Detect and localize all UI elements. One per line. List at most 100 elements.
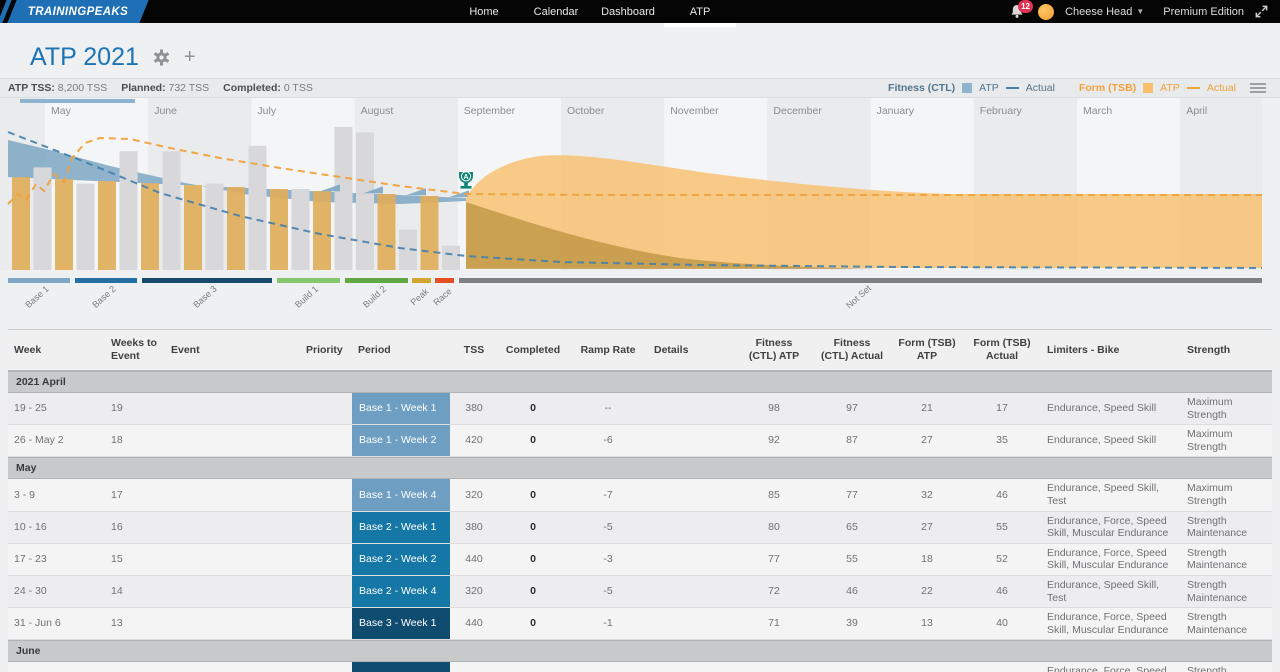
- trainingpeaks-logo[interactable]: TRAININGPEAKS: [0, 0, 150, 23]
- column-header-limiters[interactable]: Limiters - Bike: [1041, 341, 1181, 360]
- table-row[interactable]: 17 - 2315Base 2 - Week 24400-377551852En…: [8, 544, 1272, 576]
- weekly-tss-bar[interactable]: [77, 184, 95, 270]
- legend-fitness-atp-swatch[interactable]: [962, 83, 972, 93]
- cell-tsb_atp: 27: [891, 518, 963, 537]
- month-label: March: [1083, 105, 1112, 117]
- nav-item-dashboard[interactable]: Dashboard: [592, 0, 664, 23]
- weekly-tss-bar[interactable]: [356, 132, 374, 270]
- month-label: December: [773, 105, 822, 117]
- legend-form-title: Form (TSB): [1079, 82, 1136, 94]
- period-bar[interactable]: [412, 278, 431, 283]
- period-bar[interactable]: [142, 278, 272, 283]
- legend-form-actual-swatch[interactable]: [1187, 87, 1200, 89]
- notification-count-badge[interactable]: 12: [1018, 0, 1033, 13]
- period-badge[interactable]: Base 2 - Week 1: [352, 512, 450, 543]
- chart-menu-button[interactable]: [1250, 83, 1266, 93]
- user-menu[interactable]: Cheese Head ▼: [1065, 6, 1144, 18]
- period-bar[interactable]: [277, 278, 340, 283]
- atp-chart[interactable]: MayJuneJulyAugustSeptemberOctoberNovembe…: [0, 98, 1280, 327]
- legend-form-atp-label[interactable]: ATP: [1160, 82, 1180, 94]
- period-badge[interactable]: Base 1 - Week 4: [352, 479, 450, 510]
- stat-item: Completed: 0 TSS: [223, 82, 313, 94]
- weekly-tss-bar[interactable]: [206, 184, 224, 270]
- cell-week: 7 - 13: [8, 669, 105, 672]
- cell-limiters: Endurance, Speed Skill: [1041, 431, 1181, 450]
- chart-range-indicator[interactable]: [20, 99, 135, 103]
- table-row[interactable]: 3 - 917Base 1 - Week 43200-785773246Endu…: [8, 479, 1272, 511]
- weekly-tss-bar[interactable]: [442, 246, 460, 270]
- user-avatar[interactable]: [1038, 4, 1054, 20]
- cell-tss: 320: [450, 582, 498, 601]
- period-bar[interactable]: [75, 278, 137, 283]
- add-atp-button[interactable]: +: [184, 46, 196, 69]
- cell-tsb_actual: 46: [963, 582, 1041, 601]
- cell-strength: Strength Maintenance: [1181, 544, 1272, 575]
- column-header-ramp_rate[interactable]: Ramp Rate: [568, 341, 648, 360]
- period-badge[interactable]: Base 3 - Week 1: [352, 608, 450, 639]
- table-row[interactable]: 7 - 1312Base 3 - Week 2500007133534Endur…: [8, 662, 1272, 672]
- edition-label: Premium Edition: [1163, 6, 1244, 18]
- logo-text: TRAININGPEAKS: [28, 6, 128, 18]
- cell-strength: Maximum Strength: [1181, 479, 1272, 510]
- weekly-tss-bar[interactable]: [335, 127, 353, 270]
- period-badge[interactable]: Base 1 - Week 1: [352, 393, 450, 424]
- cell-period: Base 1 - Week 4: [352, 479, 450, 510]
- period-bar[interactable]: [435, 278, 454, 283]
- column-header-period[interactable]: Period: [352, 341, 450, 360]
- column-header-tss[interactable]: TSS: [450, 341, 498, 360]
- legend-fitness-actual-swatch[interactable]: [1006, 87, 1019, 89]
- weekly-tss-bar[interactable]: [163, 151, 181, 270]
- legend-fitness-actual-label[interactable]: Actual: [1026, 82, 1055, 94]
- cell-priority: [300, 406, 352, 412]
- nav-item-calendar[interactable]: Calendar: [520, 0, 592, 23]
- column-header-event[interactable]: Event: [165, 341, 300, 360]
- table-row[interactable]: 26 - May 218Base 1 - Week 24200-69287273…: [8, 425, 1272, 457]
- race-event-marker[interactable]: A: [459, 172, 473, 189]
- period-bar[interactable]: [345, 278, 408, 283]
- period-bar[interactable]: [459, 278, 1262, 283]
- column-header-details[interactable]: Details: [648, 341, 735, 360]
- column-header-tsb_atp[interactable]: Form (TSB) ATP: [891, 334, 963, 365]
- nav-item-home[interactable]: Home: [448, 0, 520, 23]
- table-row[interactable]: 24 - 3014Base 2 - Week 43200-572462246En…: [8, 576, 1272, 608]
- column-header-weeks_to_event[interactable]: Weeks to Event: [105, 334, 165, 365]
- period-badge[interactable]: Base 2 - Week 2: [352, 544, 450, 575]
- period-bar[interactable]: [8, 278, 70, 283]
- column-header-tsb_actual[interactable]: Form (TSB) Actual: [963, 334, 1041, 365]
- cell-tsb_atp: 22: [891, 582, 963, 601]
- column-header-priority[interactable]: Priority: [300, 341, 352, 360]
- cell-strength: Strength Maintenance: [1181, 662, 1272, 672]
- legend-fitness-atp-label[interactable]: ATP: [979, 82, 999, 94]
- cell-tss: 380: [450, 518, 498, 537]
- column-header-ctl_actual[interactable]: Fitness (CTL) Actual: [813, 334, 891, 365]
- column-header-completed[interactable]: Completed: [498, 341, 568, 360]
- notifications-button[interactable]: 12: [1009, 3, 1027, 21]
- cell-tsb_actual: 55: [963, 518, 1041, 537]
- column-header-strength[interactable]: Strength: [1181, 341, 1272, 360]
- table-row[interactable]: 19 - 2519Base 1 - Week 13800--98972117En…: [8, 393, 1272, 425]
- period-badge[interactable]: Base 1 - Week 2: [352, 425, 450, 456]
- cell-limiters: Endurance, Speed Skill: [1041, 399, 1181, 418]
- period-badge[interactable]: Base 2 - Week 4: [352, 576, 450, 607]
- cell-tsb_actual: 17: [963, 399, 1041, 418]
- cell-limiters: Endurance, Force, Speed Skill, Muscular …: [1041, 608, 1181, 639]
- period-badge[interactable]: Base 3 - Week 2: [352, 662, 450, 672]
- tsb-atp-column: [421, 196, 439, 270]
- table-row[interactable]: 31 - Jun 613Base 3 - Week 14400-17139134…: [8, 608, 1272, 640]
- cell-completed: 0: [498, 550, 568, 569]
- atp-settings-button[interactable]: [153, 49, 170, 66]
- table-row[interactable]: 10 - 1616Base 2 - Week 13800-580652755En…: [8, 512, 1272, 544]
- svg-text:A: A: [463, 174, 468, 181]
- nav-item-atp[interactable]: ATP: [664, 0, 736, 23]
- legend-form-atp-swatch[interactable]: [1143, 83, 1153, 93]
- weekly-tss-bar[interactable]: [292, 189, 310, 270]
- cell-strength: Strength Maintenance: [1181, 576, 1272, 607]
- cell-ramp_rate: --: [568, 399, 648, 418]
- expand-icon[interactable]: [1255, 5, 1268, 18]
- cell-period: Base 1 - Week 1: [352, 393, 450, 424]
- cell-priority: [300, 556, 352, 562]
- legend-form-actual-label[interactable]: Actual: [1207, 82, 1236, 94]
- column-header-ctl_atp[interactable]: Fitness (CTL) ATP: [735, 334, 813, 365]
- weekly-tss-bar[interactable]: [120, 151, 138, 270]
- column-header-week[interactable]: Week: [8, 341, 105, 360]
